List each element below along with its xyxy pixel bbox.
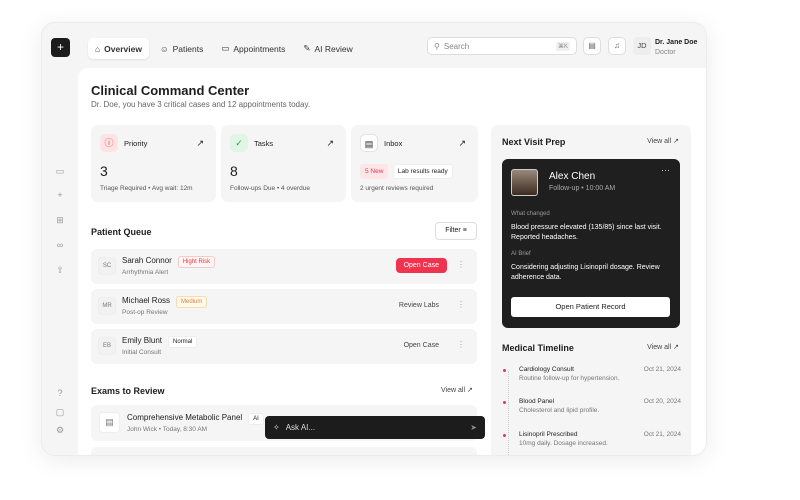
open-case-button[interactable]: Open Case [396, 338, 447, 353]
arrow-up-right-icon[interactable]: ↗ [196, 138, 204, 149]
link-icon[interactable]: ∞ [54, 240, 66, 250]
open-case-button[interactable]: Open Case [395, 258, 447, 273]
exam-item[interactable] [91, 447, 477, 455]
risk-badge: Hight Risk [177, 256, 216, 268]
right-panel: Next Visit Prep View all ↗ Alex Chen Fol… [491, 125, 691, 455]
arrow-up-right-icon[interactable]: ↗ [458, 138, 466, 149]
timeline-dot [503, 369, 506, 372]
tasks-card[interactable]: ✓ Tasks ↗ 8 Follow-ups Due • 4 overdue [221, 125, 346, 202]
timeline-dot [503, 434, 506, 437]
notifications-button[interactable]: ♫ [608, 37, 626, 55]
search-icon: ⚲ [434, 41, 440, 51]
timeline-item[interactable]: Lisinopril Prescribed 10mg daily. Dosage … [503, 431, 681, 447]
home-icon: ⌂ [95, 43, 101, 54]
alert-icon: ⓘ [100, 134, 118, 152]
timeline-dot [503, 401, 506, 404]
page-title: Clinical Command Center [91, 83, 250, 98]
filter-button[interactable]: Filter ≡ [435, 222, 477, 240]
calendar-icon: ▭ [221, 43, 230, 53]
help-icon[interactable]: ? [54, 388, 66, 398]
avatar: EB [98, 337, 116, 355]
avatar: SC [98, 257, 116, 275]
gear-icon[interactable]: ⚙ [54, 425, 66, 436]
main-content: Clinical Command Center Dr. Doe, you hav… [78, 68, 706, 455]
lab-badge: Lab results ready [392, 164, 453, 180]
patient-name: Emily Blunt [122, 336, 163, 345]
sparkle-icon: ✧ [273, 423, 280, 432]
exams-view-all-link[interactable]: View all ↗ [441, 386, 473, 394]
sparkle-icon: ✎ [303, 43, 311, 53]
app-window: + ⌂ Overview ☺ Patients ▭ Appointments ✎ AI … [41, 22, 707, 456]
patient-name: Sarah Connor [122, 256, 172, 265]
patient-name: Michael Ross [122, 296, 171, 305]
open-patient-record-button[interactable]: Open Patient Record [511, 297, 670, 317]
timeline-view-all-link[interactable]: View all ↗ [647, 343, 679, 351]
arrow-up-right-icon: ↗ [673, 344, 679, 351]
table-row[interactable]: MR Michael Ross Medium Post-op Review Rev… [91, 289, 477, 324]
avatar: MR [98, 297, 116, 315]
avatar[interactable]: JD [633, 37, 651, 55]
visit-title: Next Visit Prep [502, 137, 566, 147]
message-icon: ▤ [360, 134, 378, 152]
timeline-item[interactable]: Cardiology Consult Routine follow-up for … [503, 366, 681, 382]
more-icon[interactable]: ⋮ [457, 340, 465, 349]
user-icon: ☺ [159, 43, 169, 54]
calendar-icon[interactable]: ▭ [54, 166, 66, 177]
arrow-up-right-icon[interactable]: ↗ [326, 138, 334, 149]
tab-appointments[interactable]: ▭ Appointments [214, 38, 292, 59]
tab-overview[interactable]: ⌂ Overview [88, 38, 149, 59]
risk-badge: Normal [168, 336, 198, 348]
chat-icon: ▤ [588, 41, 596, 50]
check-icon: ✓ [230, 134, 248, 152]
chat-icon[interactable]: ▢ [54, 407, 66, 418]
priority-card[interactable]: ⓘ Priority ↗ 3 Triage Required • Avg wait… [91, 125, 216, 202]
document-icon: ▤ [99, 412, 120, 433]
timeline-item[interactable]: Blood Panel Cholesterol and lipid profile… [503, 398, 681, 414]
table-row[interactable]: SC Sarah Connor Hight Risk Arrhythmia Ale… [91, 249, 477, 284]
book-icon[interactable]: ⊞ [54, 215, 66, 226]
page-subtitle: Dr. Doe, you have 3 critical cases and 1… [91, 100, 311, 109]
inbox-card[interactable]: ▤ Inbox ↗ 5 New Lab results ready 2 urgen… [351, 125, 478, 202]
messages-button[interactable]: ▤ [583, 37, 601, 55]
bell-icon: ♫ [614, 41, 620, 50]
timeline-title: Medical Timeline [502, 343, 574, 353]
plus-icon[interactable]: + [54, 190, 66, 200]
shortcut-hint: ⌘K [555, 41, 570, 51]
user-info: Dr. Jane Doe Doctor [655, 39, 698, 56]
review-labs-button[interactable]: Review Labs [391, 298, 447, 313]
risk-badge: Medium [176, 296, 208, 308]
table-row[interactable]: EB Emily Blunt Normal Initial Consult Ope… [91, 329, 477, 364]
send-icon[interactable]: ➤ [470, 423, 477, 432]
ai-badge: AI [248, 413, 264, 425]
logo-icon[interactable]: + [51, 38, 70, 57]
tab-patients[interactable]: ☺ Patients [153, 38, 210, 59]
tab-ai-review[interactable]: ✎ AI Review [296, 38, 359, 59]
new-badge: 5 New [360, 164, 389, 180]
search-input[interactable]: ⚲ Search ⌘K [427, 37, 577, 55]
upload-icon[interactable]: ⇧ [54, 265, 66, 276]
exams-title: Exams to Review [91, 386, 165, 396]
arrow-up-right-icon: ↗ [466, 387, 473, 394]
patient-photo [511, 169, 538, 196]
top-nav: ⌂ Overview ☺ Patients ▭ Appointments ✎ AI Re… [88, 38, 360, 59]
more-icon[interactable]: ⋮ [457, 260, 465, 269]
arrow-up-right-icon: ↗ [673, 138, 679, 145]
more-icon[interactable]: ⋮ [457, 300, 465, 309]
queue-title: Patient Queue [91, 227, 152, 237]
visit-view-all-link[interactable]: View all ↗ [647, 137, 679, 145]
filter-icon: ≡ [462, 227, 467, 234]
more-icon[interactable]: ⋯ [661, 165, 670, 176]
ask-ai-input[interactable]: ✧ Ask AI... ➤ [265, 416, 485, 439]
next-visit-card: Alex Chen Follow-up • 10:00 AM ⋯ What ch… [502, 159, 680, 328]
